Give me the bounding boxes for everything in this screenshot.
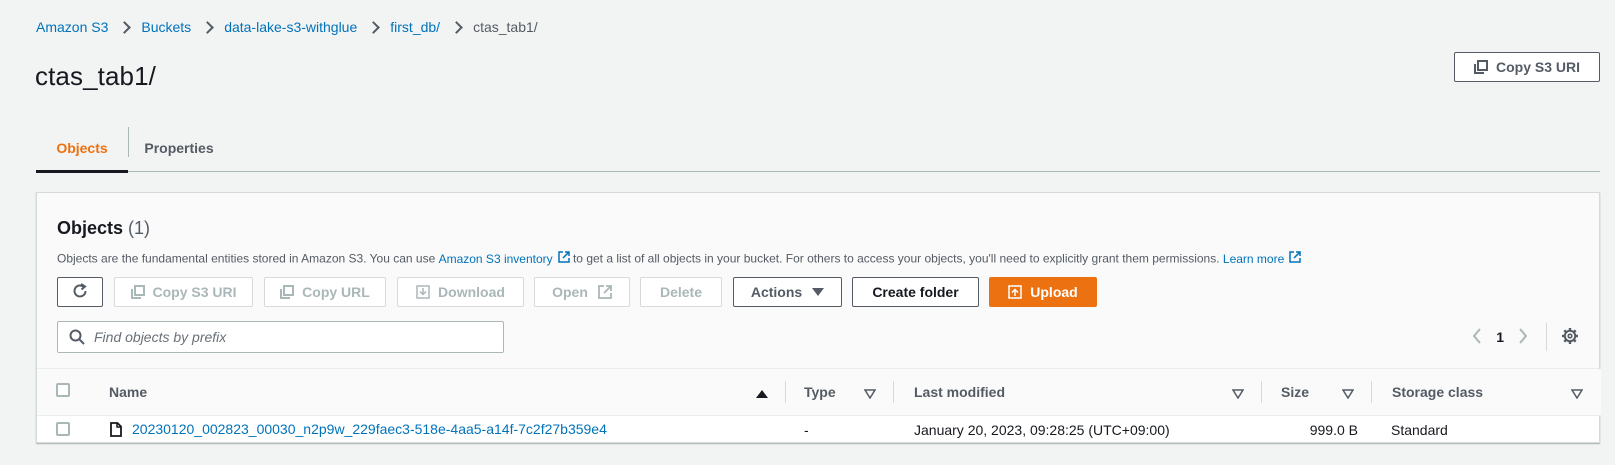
- column-header-name[interactable]: Name: [91, 369, 786, 416]
- actions-label: Actions: [750, 284, 803, 300]
- objects-count: (1): [128, 218, 151, 238]
- learn-more-label: Learn more: [1222, 251, 1285, 266]
- objects-description: Objects are the fundamental entities sto…: [57, 251, 1302, 266]
- file-icon: [110, 421, 122, 437]
- object-name-link[interactable]: 20230120_002823_00030_n2p9w_229faec3-518…: [110, 421, 607, 437]
- column-last-modified-label: Last modified: [914, 383, 1006, 400]
- row-select-cell: [37, 415, 91, 445]
- open-button[interactable]: Open: [534, 277, 630, 307]
- refresh-button[interactable]: [57, 277, 103, 307]
- column-header-last-modified[interactable]: Last modified: [894, 369, 1262, 416]
- sort-icon: [1341, 386, 1355, 402]
- search-box: [57, 321, 504, 353]
- actions-dropdown[interactable]: Actions: [733, 277, 842, 307]
- column-name-label: Name: [109, 383, 148, 400]
- sort-ascending-icon: [756, 386, 768, 402]
- objects-panel-title: Objects (1): [57, 218, 150, 239]
- chevron-right-icon[interactable]: [1518, 327, 1528, 347]
- breadcrumb-bucket[interactable]: data-lake-s3-withglue: [224, 19, 357, 35]
- sort-icon: [1231, 386, 1245, 402]
- row-size-cell: 999.0 B: [1309, 422, 1358, 439]
- description-text-2: to get a list of all objects in your buc…: [569, 251, 1223, 266]
- object-name: 20230120_002823_00030_n2p9w_229faec3-518…: [132, 421, 607, 437]
- upload-label: Upload: [1030, 284, 1078, 300]
- current-page-number[interactable]: 1: [1496, 329, 1504, 345]
- open-label: Open: [552, 284, 588, 300]
- page-title: ctas_tab1/: [35, 61, 156, 91]
- delete-button[interactable]: Delete: [640, 277, 722, 307]
- chevron-right-icon: [201, 20, 215, 34]
- breadcrumb: Amazon S3 Buckets data-lake-s3-withglue …: [36, 18, 538, 36]
- column-header-storage-class[interactable]: Storage class: [1372, 369, 1601, 416]
- s3-inventory-link-label: Amazon S3 inventory: [438, 251, 553, 266]
- copy-icon: [1473, 60, 1488, 74]
- upload-icon: [1008, 285, 1023, 299]
- breadcrumb-current: ctas_tab1/: [473, 19, 538, 35]
- sort-icon: [863, 386, 877, 402]
- copy-s3-uri-label: Copy S3 URI: [1495, 59, 1580, 75]
- copy-s3-uri-toolbar-button[interactable]: Copy S3 URI: [114, 277, 253, 307]
- column-storage-class-label: Storage class: [1392, 383, 1484, 400]
- download-icon: [416, 285, 430, 299]
- chevron-right-icon: [450, 20, 463, 34]
- row-last-modified-cell: January 20, 2023, 09:28:25 (UTC+09:00): [914, 422, 1170, 439]
- external-link-icon: [557, 251, 570, 266]
- chevron-right-icon: [118, 20, 132, 34]
- breadcrumb-folder-first-db[interactable]: first_db/: [390, 19, 440, 35]
- description-text-1: Objects are the fundamental entities sto…: [57, 251, 439, 266]
- column-header-size[interactable]: Size: [1262, 369, 1372, 416]
- caret-down-icon: [812, 287, 825, 297]
- column-header-type[interactable]: Type: [786, 369, 894, 416]
- create-folder-button[interactable]: Create folder: [852, 277, 979, 307]
- column-size-label: Size: [1281, 383, 1310, 400]
- upload-button[interactable]: Upload: [989, 277, 1097, 307]
- chevron-right-icon: [367, 20, 381, 34]
- select-all-checkbox[interactable]: [56, 383, 70, 398]
- external-link-icon: [597, 285, 612, 299]
- copy-s3-uri-button[interactable]: Copy S3 URI: [1454, 52, 1600, 82]
- row-name-cell: 20230120_002823_00030_n2p9w_229faec3-518…: [91, 415, 786, 445]
- search-input[interactable]: [94, 329, 474, 345]
- copy-icon: [130, 285, 145, 299]
- learn-more-link[interactable]: Learn more: [1222, 251, 1302, 266]
- copy-s3-uri-toolbar-label: Copy S3 URI: [152, 284, 237, 300]
- column-type-label: Type: [804, 383, 836, 400]
- copy-url-label: Copy URL: [302, 284, 370, 300]
- delete-label: Delete: [659, 284, 703, 300]
- table-row[interactable]: 20230120_002823_00030_n2p9w_229faec3-518…: [37, 415, 1601, 445]
- copy-url-button[interactable]: Copy URL: [264, 277, 386, 307]
- copy-icon: [280, 285, 295, 299]
- tab-objects-label: Objects: [56, 140, 108, 156]
- search-icon: [69, 329, 85, 345]
- chevron-left-icon[interactable]: [1472, 327, 1482, 347]
- table-header-row: Name Type Last modified Size Storage cla…: [37, 369, 1601, 416]
- gear-icon[interactable]: [1561, 327, 1579, 348]
- pagination: 1: [1472, 321, 1579, 353]
- tab-properties[interactable]: Properties: [129, 125, 229, 171]
- download-label: Download: [438, 284, 505, 300]
- row-storage-class-cell: Standard: [1391, 422, 1448, 439]
- breadcrumb-buckets[interactable]: Buckets: [141, 19, 191, 35]
- select-all-cell: [37, 369, 91, 416]
- tab-properties-label: Properties: [144, 140, 214, 156]
- sort-icon: [1570, 386, 1584, 402]
- s3-inventory-link[interactable]: Amazon S3 inventory: [439, 251, 570, 266]
- external-link-icon: [1289, 251, 1302, 266]
- breadcrumb-amazon-s3[interactable]: Amazon S3: [36, 19, 108, 35]
- create-folder-label: Create folder: [872, 284, 959, 300]
- tab-objects[interactable]: Objects: [36, 125, 128, 173]
- objects-panel-header: Objects (1) Objects are the fundamental …: [37, 193, 1599, 369]
- objects-panel: Objects (1) Objects are the fundamental …: [36, 192, 1601, 445]
- objects-table: Name Type Last modified Size Storage cla…: [37, 369, 1601, 445]
- pager-divider: [1546, 323, 1547, 351]
- tab-bar: Objects Properties: [36, 125, 1600, 173]
- objects-title-text: Objects: [57, 218, 124, 238]
- row-type-cell: -: [804, 422, 809, 439]
- download-button[interactable]: Download: [397, 277, 524, 307]
- refresh-icon: [71, 282, 89, 303]
- row-checkbox[interactable]: [56, 421, 70, 436]
